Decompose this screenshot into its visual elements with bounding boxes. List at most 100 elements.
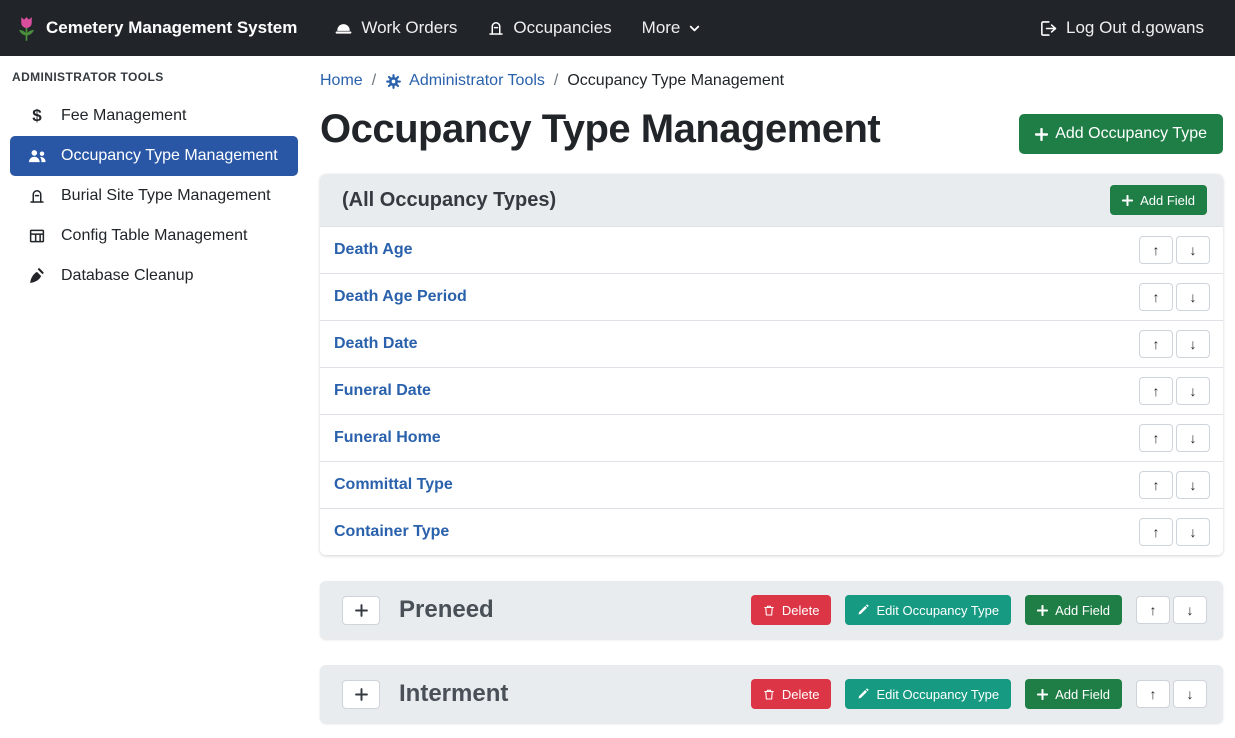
occupancy-type-section-interment: Interment Delete bbox=[320, 665, 1223, 723]
top-navbar: Cemetery Management System Work Orders O… bbox=[0, 0, 1235, 56]
reorder-controls: ↑ ↓ bbox=[1136, 596, 1207, 624]
dollar-icon: $ bbox=[26, 106, 48, 126]
move-up-button[interactable]: ↑ bbox=[1139, 518, 1173, 546]
reorder-controls: ↑ ↓ bbox=[1139, 283, 1210, 311]
plus-icon bbox=[1037, 605, 1048, 616]
move-down-button[interactable]: ↓ bbox=[1173, 680, 1207, 708]
breadcrumb-separator: / bbox=[554, 72, 558, 90]
section-actions: Delete Edit Occupancy Type Add bbox=[751, 595, 1207, 625]
nav-more-label: More bbox=[642, 18, 681, 38]
move-up-button[interactable]: ↑ bbox=[1139, 377, 1173, 405]
field-link-death-age-period[interactable]: Death Age Period bbox=[334, 288, 467, 306]
main-content: Home / Administrat bbox=[308, 56, 1235, 738]
breadcrumb-admin-tools-link[interactable]: Administrator Tools bbox=[385, 72, 545, 90]
users-icon bbox=[26, 148, 48, 164]
move-up-button[interactable]: ↑ bbox=[1139, 236, 1173, 264]
trash-icon bbox=[763, 688, 775, 701]
field-link-death-age[interactable]: Death Age bbox=[334, 241, 413, 259]
move-up-button[interactable]: ↑ bbox=[1139, 471, 1173, 499]
arrow-down-icon: ↓ bbox=[1187, 686, 1194, 702]
sidebar-item-database-cleanup[interactable]: Database Cleanup bbox=[0, 256, 308, 296]
move-down-button[interactable]: ↓ bbox=[1173, 596, 1207, 624]
arrow-up-icon: ↑ bbox=[1153, 336, 1160, 352]
expand-button[interactable] bbox=[342, 680, 380, 709]
field-row: Death Date ↑ ↓ bbox=[320, 320, 1223, 367]
sidebar-item-occupancy-type-management[interactable]: Occupancy Type Management bbox=[10, 136, 298, 176]
field-link-committal-type[interactable]: Committal Type bbox=[334, 476, 453, 494]
arrow-down-icon: ↓ bbox=[1190, 524, 1197, 540]
plus-icon bbox=[1122, 195, 1133, 206]
arrow-down-icon: ↓ bbox=[1187, 602, 1194, 618]
arrow-down-icon: ↓ bbox=[1190, 477, 1197, 493]
add-occupancy-type-button[interactable]: Add Occupancy Type bbox=[1019, 114, 1223, 154]
move-up-button[interactable]: ↑ bbox=[1136, 596, 1170, 624]
move-down-button[interactable]: ↓ bbox=[1176, 377, 1210, 405]
occupancy-type-section-preneed: Preneed Delete bbox=[320, 581, 1223, 639]
sidebar-heading: Administrator Tools bbox=[0, 68, 308, 96]
section-title: Interment bbox=[399, 680, 508, 708]
sidebar: Administrator Tools $ Fee Management Occ… bbox=[0, 56, 308, 738]
arrow-up-icon: ↑ bbox=[1153, 242, 1160, 258]
expand-button[interactable] bbox=[342, 596, 380, 625]
pencil-icon bbox=[857, 688, 869, 700]
delete-button[interactable]: Delete bbox=[751, 595, 832, 625]
field-link-funeral-home[interactable]: Funeral Home bbox=[334, 429, 441, 447]
breadcrumb-separator: / bbox=[372, 72, 376, 90]
nav-work-orders[interactable]: Work Orders bbox=[319, 0, 472, 56]
plus-icon bbox=[355, 604, 368, 617]
arrow-down-icon: ↓ bbox=[1190, 383, 1197, 399]
all-occupancy-types-card: (All Occupancy Types) Add Field Death Ag… bbox=[320, 174, 1223, 555]
logout-button[interactable]: Log Out d.gowans bbox=[1024, 0, 1219, 56]
edit-occupancy-type-button[interactable]: Edit Occupancy Type bbox=[845, 679, 1011, 709]
move-down-button[interactable]: ↓ bbox=[1176, 518, 1210, 546]
move-down-button[interactable]: ↓ bbox=[1176, 424, 1210, 452]
nav-work-orders-label: Work Orders bbox=[361, 18, 457, 38]
sidebar-item-config-table-management[interactable]: Config Table Management bbox=[0, 216, 308, 256]
plus-icon bbox=[1037, 689, 1048, 700]
move-up-button[interactable]: ↑ bbox=[1139, 424, 1173, 452]
card-title: (All Occupancy Types) bbox=[342, 189, 556, 212]
delete-button[interactable]: Delete bbox=[751, 679, 832, 709]
arrow-up-icon: ↑ bbox=[1150, 686, 1157, 702]
app-brand[interactable]: Cemetery Management System bbox=[16, 15, 297, 42]
tombstone-icon bbox=[26, 187, 48, 205]
sidebar-item-burial-site-type-management[interactable]: Burial Site Type Management bbox=[0, 176, 308, 216]
add-field-button[interactable]: Add Field bbox=[1110, 185, 1207, 215]
sidebar-item-label: Fee Management bbox=[61, 107, 186, 125]
arrow-up-icon: ↑ bbox=[1153, 477, 1160, 493]
field-row: Death Age ↑ ↓ bbox=[320, 226, 1223, 273]
logout-label: Log Out d.gowans bbox=[1066, 18, 1204, 38]
field-link-container-type[interactable]: Container Type bbox=[334, 523, 449, 541]
arrow-up-icon: ↑ bbox=[1153, 430, 1160, 446]
move-down-button[interactable]: ↓ bbox=[1176, 471, 1210, 499]
reorder-controls: ↑ ↓ bbox=[1139, 236, 1210, 264]
field-link-death-date[interactable]: Death Date bbox=[334, 335, 418, 353]
field-row: Death Age Period ↑ ↓ bbox=[320, 273, 1223, 320]
table-icon bbox=[26, 227, 48, 245]
move-up-button[interactable]: ↑ bbox=[1139, 330, 1173, 358]
move-down-button[interactable]: ↓ bbox=[1176, 236, 1210, 264]
broom-icon bbox=[26, 267, 48, 285]
nav-more[interactable]: More bbox=[627, 0, 717, 56]
edit-occupancy-type-button[interactable]: Edit Occupancy Type bbox=[845, 595, 1011, 625]
move-up-button[interactable]: ↑ bbox=[1136, 680, 1170, 708]
add-field-button[interactable]: Add Field bbox=[1025, 595, 1122, 625]
nav-occupancies[interactable]: Occupancies bbox=[472, 0, 626, 56]
add-field-button[interactable]: Add Field bbox=[1025, 679, 1122, 709]
field-link-funeral-date[interactable]: Funeral Date bbox=[334, 382, 431, 400]
nav-menu: Work Orders Occupancies More bbox=[319, 0, 716, 56]
move-down-button[interactable]: ↓ bbox=[1176, 283, 1210, 311]
reorder-controls: ↑ ↓ bbox=[1139, 377, 1210, 405]
hard-hat-icon bbox=[334, 19, 353, 38]
sidebar-item-label: Burial Site Type Management bbox=[61, 187, 271, 205]
sidebar-item-label: Database Cleanup bbox=[61, 267, 194, 285]
breadcrumb-home-link[interactable]: Home bbox=[320, 72, 363, 90]
sidebar-item-label: Config Table Management bbox=[61, 227, 248, 245]
chevron-down-icon bbox=[688, 22, 701, 35]
field-row: Funeral Home ↑ ↓ bbox=[320, 414, 1223, 461]
all-occupancy-types-header: (All Occupancy Types) Add Field bbox=[320, 174, 1223, 226]
move-down-button[interactable]: ↓ bbox=[1176, 330, 1210, 358]
arrow-down-icon: ↓ bbox=[1190, 430, 1197, 446]
sidebar-item-fee-management[interactable]: $ Fee Management bbox=[0, 96, 308, 136]
move-up-button[interactable]: ↑ bbox=[1139, 283, 1173, 311]
